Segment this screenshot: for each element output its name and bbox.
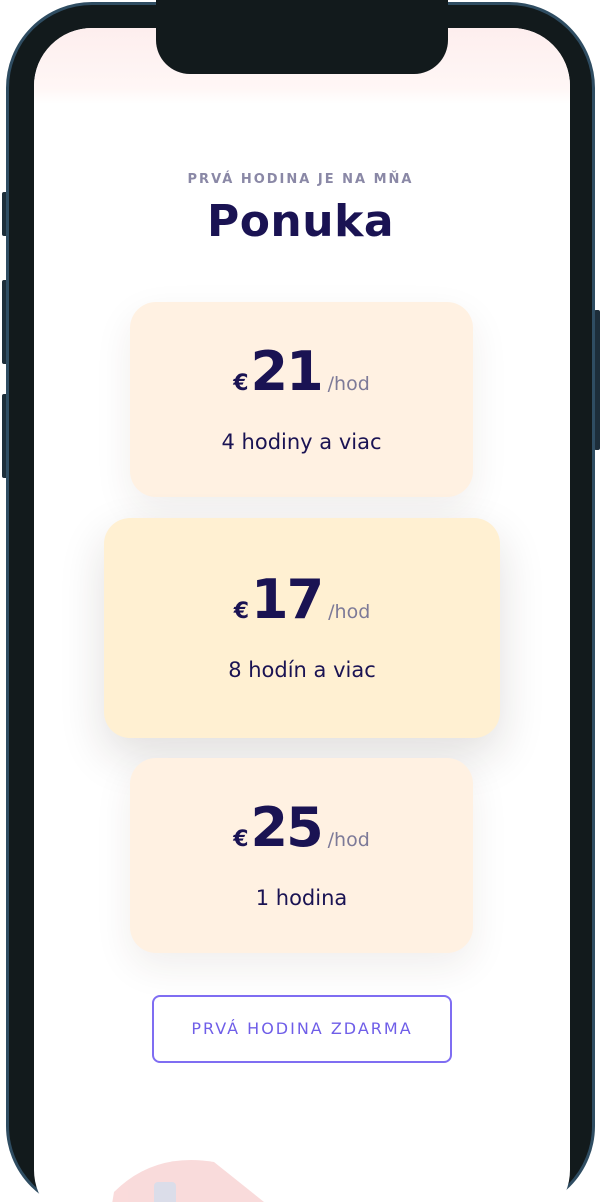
pricing-section: PRVÁ HODINA JE NA MŇA Ponuka €21/hod 4 h… (0, 0, 601, 1202)
price-description: 4 hodiny a viac (221, 430, 382, 454)
price-row: €17/hod (104, 568, 500, 631)
pricing-card-21: €21/hod 4 hodiny a viac (130, 302, 473, 497)
price-row: €25/hod (130, 796, 473, 859)
price-row: €21/hod (130, 340, 473, 403)
price-unit: /hod (327, 373, 370, 395)
phone-mockup: PRVÁ HODINA JE NA MŇA Ponuka €21/hod 4 h… (0, 0, 601, 1202)
price-amount: 17 (251, 568, 324, 631)
section-eyebrow: PRVÁ HODINA JE NA MŇA (187, 172, 414, 187)
currency-symbol: € (233, 371, 249, 396)
section-title: Ponuka (206, 196, 395, 247)
pricing-card-25: €25/hod 1 hodina (130, 758, 473, 953)
price-unit: /hod (328, 601, 371, 623)
pricing-card-17: €17/hod 8 hodín a viac (104, 518, 500, 738)
price-unit: /hod (327, 829, 370, 851)
price-description: 8 hodín a viac (228, 658, 376, 682)
price-amount: 25 (250, 796, 324, 859)
free-first-hour-button[interactable]: PRVÁ HODINA ZDARMA (152, 995, 452, 1063)
currency-symbol: € (233, 599, 249, 624)
currency-symbol: € (233, 827, 249, 852)
price-amount: 21 (250, 340, 324, 403)
price-description: 1 hodina (255, 886, 348, 910)
